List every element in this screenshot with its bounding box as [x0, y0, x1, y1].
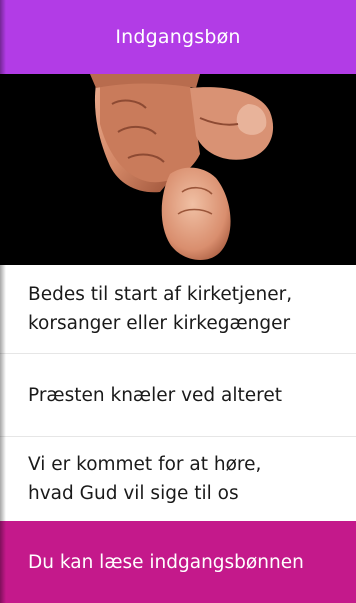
- list-item-text: Vi er kommet for at høre, hvad Gud vil s…: [28, 454, 262, 504]
- list-item[interactable]: Præsten knæler ved alteret: [0, 354, 356, 436]
- read-prayer-label: Du kan læse indgangsbønnen: [28, 551, 304, 573]
- app-screen: Indgangsbøn Bedes til start af kirketjen…: [0, 0, 356, 603]
- hero-image: [0, 74, 356, 265]
- list-item[interactable]: Vi er kommet for at høre, hvad Gud vil s…: [0, 437, 356, 521]
- list-item-text: Præsten knæler ved alteret: [28, 384, 282, 406]
- page-title: Indgangsbøn: [115, 26, 241, 48]
- page-header: Indgangsbøn: [0, 0, 356, 74]
- side-shadow: [0, 0, 6, 603]
- read-prayer-button[interactable]: Du kan læse indgangsbønnen: [0, 521, 356, 603]
- list-item-text: Bedes til start af kirketjener, korsange…: [28, 284, 293, 334]
- pointing-finger-illustration: [0, 74, 356, 265]
- list-item[interactable]: Bedes til start af kirketjener, korsange…: [0, 265, 356, 353]
